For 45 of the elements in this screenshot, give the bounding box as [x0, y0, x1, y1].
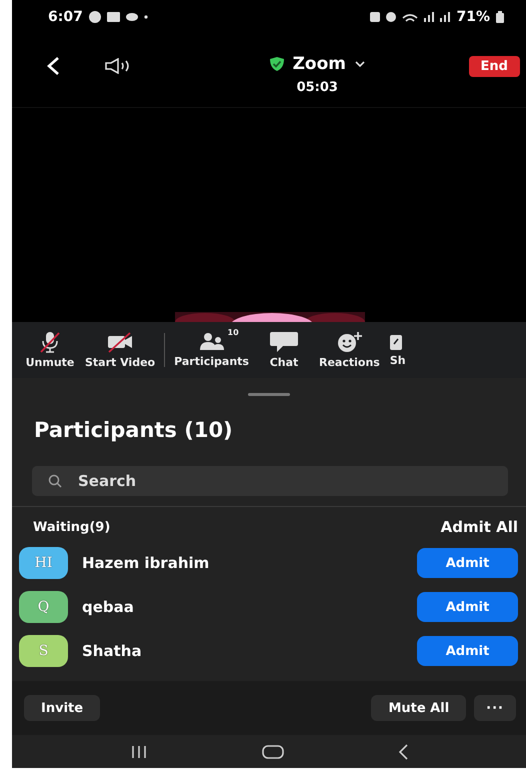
signal-icon — [440, 12, 450, 22]
meeting-timer: 05:03 — [296, 80, 338, 95]
muted-microphone-icon — [39, 331, 61, 353]
toolbar-button[interactable]: Reactions — [314, 331, 385, 369]
avatar: HI — [19, 547, 68, 579]
search-field[interactable]: Search — [32, 466, 508, 496]
admit-button[interactable]: Admit — [417, 548, 518, 578]
toolbar-button[interactable]: Start Video — [80, 331, 160, 369]
back-icon[interactable] — [397, 744, 410, 760]
admit-button[interactable]: Admit — [417, 636, 518, 666]
toolbar-button[interactable]: Chat — [254, 331, 314, 369]
avatar: S — [19, 635, 68, 667]
admit-button[interactable]: Admit — [417, 592, 518, 622]
avatar: Q — [19, 591, 68, 623]
end-button[interactable]: End — [468, 56, 520, 77]
participant-count: 10 — [228, 328, 239, 337]
participant-name: qebaa — [82, 598, 135, 616]
signal-icon — [424, 12, 434, 22]
video-off-icon — [106, 331, 134, 353]
clock-time: 6:07 — [48, 9, 83, 25]
invite-button[interactable]: Invite — [24, 695, 100, 721]
participants-icon — [198, 332, 226, 352]
home-icon[interactable] — [262, 744, 284, 758]
wifi-icon — [402, 12, 418, 22]
participant-name: Hazem ibrahim — [82, 554, 210, 572]
back-icon[interactable] — [46, 56, 60, 76]
panel-title: Participants (10) — [34, 418, 234, 442]
meeting-title[interactable]: Zoom — [292, 54, 346, 74]
smiley-plus-icon — [335, 331, 364, 353]
battery-icon — [496, 11, 504, 23]
toolbar-button[interactable]: Sh — [384, 333, 406, 367]
toolbar-button[interactable]: Unmute — [20, 331, 80, 369]
chat-bubble-icon — [268, 331, 299, 353]
share-screen-icon — [390, 333, 402, 351]
more-button[interactable]: ··· — [474, 695, 516, 721]
dot-icon — [144, 15, 148, 19]
chevron-down-icon[interactable] — [354, 60, 366, 68]
shield-check-icon — [268, 56, 285, 72]
admit-all-button[interactable]: Admit All — [440, 518, 518, 536]
battery-level: 71% — [456, 9, 490, 25]
cloud-icon — [126, 13, 138, 21]
waiting-heading: Waiting(9) — [33, 520, 110, 534]
participant-name: Shatha — [82, 642, 143, 660]
search-icon — [48, 474, 62, 488]
mute-all-button[interactable]: Mute All — [371, 695, 466, 721]
